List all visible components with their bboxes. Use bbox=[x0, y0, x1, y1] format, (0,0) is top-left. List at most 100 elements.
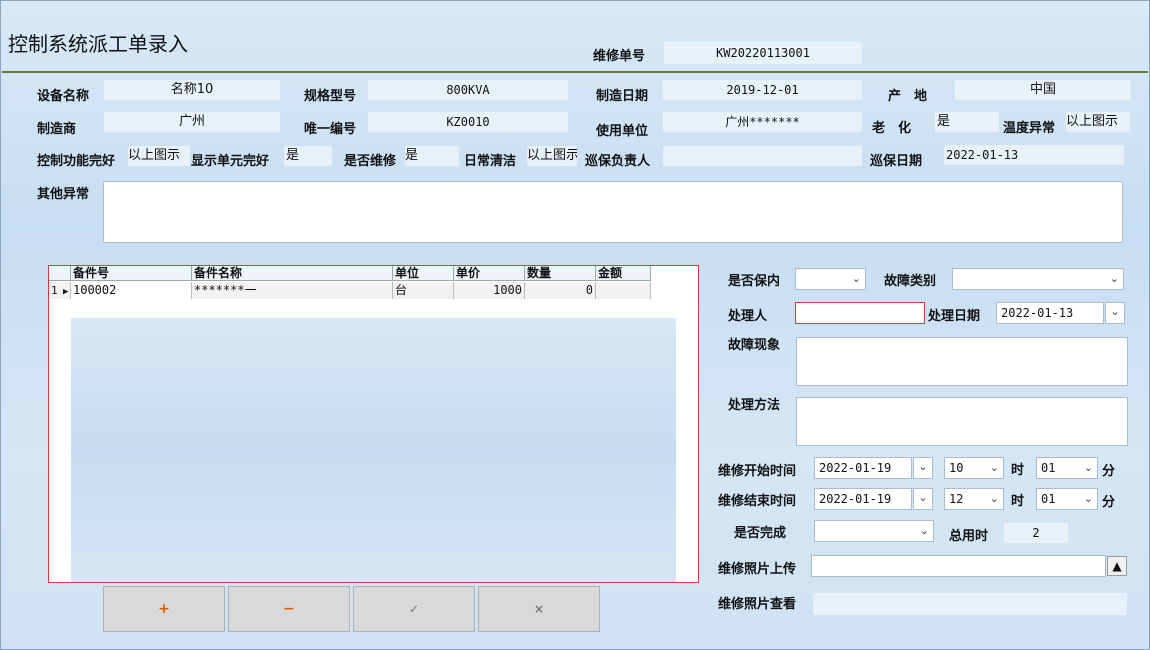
col-amount[interactable]: 金额 bbox=[596, 266, 651, 281]
cell-part-no[interactable]: 100002 bbox=[71, 282, 192, 299]
chevron-down-icon: ⌄ bbox=[989, 492, 999, 505]
chevron-down-icon: ⌄ bbox=[918, 460, 928, 473]
end-hour-unit: 时 bbox=[1011, 494, 1025, 509]
chevron-down-icon: ⌄ bbox=[989, 461, 999, 474]
mfg-date-label: 制造日期 bbox=[596, 89, 649, 104]
display-ok-value: 是 bbox=[284, 146, 332, 166]
handle-date-picker[interactable]: 2022-01-13 bbox=[996, 302, 1104, 324]
parts-grid[interactable]: 备件号 备件名称 单位 单价 数量 金额 1 ▶ 100002 *******一… bbox=[48, 265, 699, 583]
cell-qty[interactable]: 0 bbox=[525, 282, 596, 299]
photo-upload-input[interactable] bbox=[811, 555, 1106, 577]
confirm-button[interactable]: ✓ bbox=[353, 586, 475, 632]
total-value: 2 bbox=[1004, 523, 1068, 543]
end-min-select[interactable]: 01 ⌄ bbox=[1036, 488, 1098, 510]
handler-input[interactable] bbox=[795, 302, 925, 324]
end-date-picker[interactable]: 2022-01-19 bbox=[814, 488, 912, 510]
col-qty[interactable]: 数量 bbox=[525, 266, 596, 281]
start-time-label: 维修开始时间 bbox=[718, 464, 797, 479]
ctrl-ok-label: 控制功能完好 bbox=[37, 154, 116, 169]
inspect-date-value: 2022-01-13 bbox=[944, 145, 1124, 165]
temp-label: 温度异常 bbox=[1003, 121, 1056, 136]
page-title: 控制系统派工单录入 bbox=[8, 32, 188, 56]
add-row-button[interactable]: + bbox=[103, 586, 225, 632]
user-unit-value: 广州******* bbox=[663, 112, 862, 132]
done-label: 是否完成 bbox=[734, 526, 787, 541]
end-min-unit: 分 bbox=[1102, 495, 1116, 510]
aging-label: 老 化 bbox=[872, 121, 912, 136]
done-select[interactable]: ⌄ bbox=[814, 520, 934, 542]
warranty-label: 是否保内 bbox=[728, 274, 781, 289]
origin-label: 产 地 bbox=[888, 89, 928, 104]
mfg-date-value: 2019-12-01 bbox=[663, 80, 862, 100]
start-hour-unit: 时 bbox=[1011, 463, 1025, 478]
chevron-down-icon: ⌄ bbox=[919, 524, 929, 537]
other-textarea[interactable] bbox=[103, 181, 1123, 243]
chevron-down-icon: ⌄ bbox=[1083, 461, 1093, 474]
order-no-label: 维修单号 bbox=[593, 49, 646, 64]
chevron-down-icon: ⌄ bbox=[1109, 272, 1119, 285]
table-row-indicator[interactable]: 1 ▶ bbox=[49, 282, 71, 299]
maker-label: 制造商 bbox=[37, 122, 77, 137]
chevron-down-icon: ⌄ bbox=[918, 491, 928, 504]
chevron-down-icon: ⌄ bbox=[1083, 492, 1093, 505]
grid-empty-area bbox=[71, 318, 698, 582]
grid-corner bbox=[49, 266, 71, 281]
start-date-picker[interactable]: 2022-01-19 bbox=[814, 457, 912, 479]
fault-desc-textarea[interactable] bbox=[796, 337, 1128, 386]
other-label: 其他异常 bbox=[37, 187, 90, 202]
col-part-no[interactable]: 备件号 bbox=[71, 266, 192, 281]
start-min-select[interactable]: 01 ⌄ bbox=[1036, 457, 1098, 479]
cell-unit[interactable]: 台 bbox=[393, 282, 454, 299]
handle-date-dropdown[interactable]: ⌄ bbox=[1105, 302, 1125, 324]
grid-scrollbar[interactable] bbox=[676, 266, 698, 582]
device-name-label: 设备名称 bbox=[37, 89, 90, 104]
cleaning-label: 日常清洁 bbox=[464, 154, 517, 169]
chevron-down-icon: ⌄ bbox=[851, 272, 861, 285]
maker-value: 广州 bbox=[104, 112, 280, 132]
start-min-unit: 分 bbox=[1102, 464, 1116, 479]
col-part-name[interactable]: 备件名称 bbox=[192, 266, 393, 281]
header-divider bbox=[2, 71, 1148, 73]
total-label: 总用时 bbox=[949, 529, 989, 544]
inspector-value bbox=[663, 146, 862, 166]
model-label: 规格型号 bbox=[304, 89, 357, 104]
method-textarea[interactable] bbox=[796, 397, 1128, 446]
end-hour-select[interactable]: 12 ⌄ bbox=[944, 488, 1004, 510]
cell-part-name[interactable]: *******一 bbox=[192, 282, 393, 299]
handle-date-label: 处理日期 bbox=[928, 309, 981, 324]
temp-value: 以上图示 bbox=[1066, 112, 1130, 132]
start-date-dropdown[interactable]: ⌄ bbox=[913, 457, 933, 479]
cell-price[interactable]: 1000 bbox=[454, 282, 525, 299]
cancel-button[interactable]: × bbox=[478, 586, 600, 632]
inspector-label: 巡保负责人 bbox=[585, 154, 651, 169]
chevron-down-icon: ⌄ bbox=[1110, 305, 1120, 318]
user-unit-label: 使用单位 bbox=[596, 124, 649, 139]
device-name-value: 名称10 bbox=[104, 80, 280, 100]
model-value: 800KVA bbox=[368, 80, 568, 100]
photo-upload-label: 维修照片上传 bbox=[718, 562, 797, 577]
col-unit[interactable]: 单位 bbox=[393, 266, 454, 281]
fault-type-label: 故障类别 bbox=[884, 274, 937, 289]
start-hour-select[interactable]: 10 ⌄ bbox=[944, 457, 1004, 479]
col-price[interactable]: 单价 bbox=[454, 266, 525, 281]
repaired-label: 是否维修 bbox=[344, 154, 397, 169]
photo-view-field[interactable] bbox=[813, 593, 1127, 615]
serial-value: KZ0010 bbox=[368, 112, 568, 132]
remove-row-button[interactable]: − bbox=[228, 586, 350, 632]
serial-label: 唯一编号 bbox=[304, 122, 357, 137]
photo-view-label: 维修照片查看 bbox=[718, 597, 797, 612]
cell-amount[interactable] bbox=[596, 282, 651, 299]
warranty-select[interactable]: ⌄ bbox=[795, 268, 866, 290]
upload-icon[interactable]: ▲ bbox=[1107, 556, 1127, 576]
handler-label: 处理人 bbox=[728, 309, 768, 324]
aging-value: 是 bbox=[935, 112, 999, 132]
repaired-value: 是 bbox=[405, 146, 459, 166]
cleaning-value: 以上图示 bbox=[527, 146, 577, 166]
display-ok-label: 显示单元完好 bbox=[191, 154, 270, 169]
fault-type-select[interactable]: ⌄ bbox=[952, 268, 1124, 290]
end-date-dropdown[interactable]: ⌄ bbox=[913, 488, 933, 510]
origin-value: 中国 bbox=[955, 80, 1131, 100]
end-time-label: 维修结束时间 bbox=[718, 494, 797, 509]
method-label: 处理方法 bbox=[728, 398, 781, 413]
ctrl-ok-value: 以上图示 bbox=[128, 146, 190, 166]
